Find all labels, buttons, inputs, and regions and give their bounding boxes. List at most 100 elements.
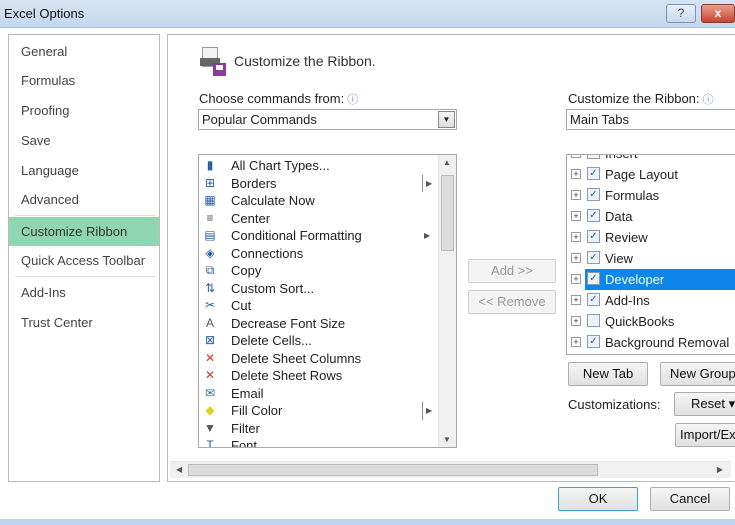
- reset-button[interactable]: Reset ▾: [674, 392, 735, 416]
- nav-item-proofing[interactable]: Proofing: [9, 96, 159, 125]
- title-bar: Excel Options ? x: [0, 0, 735, 28]
- ribbon-tab-item[interactable]: + ✓ Review: [567, 227, 735, 248]
- command-label: Font: [231, 438, 258, 448]
- scroll-right-icon[interactable]: ▶: [717, 465, 723, 474]
- submenu-arrow-icon: ▶: [422, 402, 432, 420]
- chevron-down-icon[interactable]: ▼: [438, 111, 455, 128]
- scroll-down-icon[interactable]: ▼: [443, 435, 451, 444]
- expand-icon[interactable]: +: [571, 190, 581, 200]
- command-item[interactable]: ✂ Cut: [202, 297, 437, 315]
- tab-checkbox[interactable]: ✓: [587, 230, 600, 243]
- window-border: [0, 519, 735, 525]
- submenu-arrow-icon: ▶: [422, 174, 432, 192]
- tab-checkbox[interactable]: ✓: [587, 272, 600, 285]
- new-tab-button[interactable]: New Tab: [568, 362, 648, 386]
- nav-item-general[interactable]: General: [9, 37, 159, 66]
- ribbon-tabs-tree[interactable]: + ✓ Insert + ✓ Page Layout + ✓ Formulas + ✓ Data + ✓ R…: [566, 154, 735, 355]
- cancel-button[interactable]: Cancel: [650, 487, 730, 511]
- expand-icon[interactable]: +: [571, 155, 581, 158]
- command-item[interactable]: ⇅ Custom Sort...: [202, 280, 437, 298]
- tab-label: Add-Ins: [605, 293, 650, 308]
- remove-button[interactable]: << Remove: [468, 290, 556, 314]
- ribbon-tab-item[interactable]: + ✓ Background Removal: [567, 332, 735, 353]
- command-item[interactable]: A Decrease Font Size: [202, 315, 437, 333]
- scissors-icon: ✂: [204, 298, 216, 312]
- ribbon-tab-item[interactable]: + ✓ Formulas: [567, 185, 735, 206]
- ribbon-customize-icon: [200, 47, 226, 77]
- tab-checkbox[interactable]: ✓: [587, 167, 600, 180]
- nav-item-save[interactable]: Save: [9, 126, 159, 155]
- options-nav: General Formulas Proofing Save Language Advan…: [8, 34, 160, 482]
- ribbon-tab-item[interactable]: + ✓ Developer: [567, 269, 735, 290]
- expand-icon[interactable]: +: [571, 232, 581, 242]
- nav-item-language[interactable]: Language: [9, 156, 159, 185]
- command-item[interactable]: ▤ Conditional Formatting ▶: [202, 227, 437, 245]
- ribbon-tab-item[interactable]: + ✓ Page Layout: [567, 164, 735, 185]
- horizontal-scrollbar[interactable]: ◀ ▶: [170, 461, 731, 478]
- expand-icon[interactable]: +: [571, 169, 581, 179]
- ribbon-tab-item[interactable]: + ✓ Insert: [567, 155, 735, 164]
- tab-checkbox[interactable]: ✓: [587, 251, 600, 264]
- commands-list[interactable]: T Font ▼ Filter ◆ Fill Color ▶ ✉ Email ✕ Delete Sh…: [198, 154, 457, 448]
- expand-icon[interactable]: +: [571, 337, 581, 347]
- scroll-thumb[interactable]: [188, 464, 598, 476]
- command-item[interactable]: ⧉ Copy: [202, 262, 437, 280]
- command-item[interactable]: ⊠ Delete Cells...: [202, 332, 437, 350]
- command-item[interactable]: ◈ Connections: [202, 245, 437, 263]
- customize-ribbon-dropdown[interactable]: Main Tabs: [566, 109, 735, 130]
- command-item[interactable]: ▼ Filter: [202, 420, 437, 438]
- tab-checkbox[interactable]: ✓: [587, 293, 600, 306]
- command-item[interactable]: ≡ Center: [202, 210, 437, 228]
- nav-item-quick-access-toolbar[interactable]: Quick Access Toolbar: [9, 246, 159, 275]
- command-item[interactable]: ✕ Delete Sheet Rows: [202, 367, 437, 385]
- nav-item-add-ins[interactable]: Add-Ins: [9, 278, 159, 307]
- choose-commands-dropdown[interactable]: Popular Commands ▼: [198, 109, 457, 130]
- command-item[interactable]: ◆ Fill Color ▶: [202, 402, 437, 420]
- delete-cells-icon: ⊠: [204, 333, 216, 347]
- ribbon-tab-item[interactable]: + ✓ View: [567, 248, 735, 269]
- tab-checkbox[interactable]: ✓: [587, 209, 600, 222]
- scroll-thumb[interactable]: [441, 175, 454, 251]
- tab-checkbox[interactable]: ✓: [587, 188, 600, 201]
- main-panel: Customize the Ribbon. Choose commands fr…: [167, 34, 735, 482]
- tab-checkbox[interactable]: [587, 314, 600, 327]
- expand-icon[interactable]: +: [571, 211, 581, 221]
- command-item[interactable]: ▮ All Chart Types...: [202, 157, 437, 175]
- ribbon-tab-item[interactable]: + QuickBooks: [567, 311, 735, 332]
- nav-item-advanced[interactable]: Advanced: [9, 185, 159, 214]
- close-button[interactable]: x: [701, 4, 735, 23]
- ok-button[interactable]: OK: [558, 487, 638, 511]
- add-button[interactable]: Add >>: [468, 259, 556, 283]
- email-icon: ✉: [204, 385, 216, 400]
- tab-label: View: [605, 251, 633, 266]
- expand-icon[interactable]: +: [571, 316, 581, 326]
- tab-label: Data: [605, 209, 633, 224]
- decrease-font-icon: A: [205, 315, 214, 330]
- tab-label: Review: [605, 230, 648, 245]
- expand-icon[interactable]: +: [571, 274, 581, 284]
- tab-checkbox[interactable]: ✓: [587, 155, 600, 159]
- ribbon-tab-item[interactable]: + ✓ Data: [567, 206, 735, 227]
- scroll-left-icon[interactable]: ◀: [176, 465, 182, 474]
- help-button[interactable]: ?: [666, 4, 696, 23]
- new-group-button[interactable]: New Group: [660, 362, 735, 386]
- expand-icon[interactable]: +: [571, 295, 581, 305]
- nav-item-trust-center[interactable]: Trust Center: [9, 308, 159, 337]
- command-label: Fill Color: [231, 403, 283, 418]
- nav-item-customize-ribbon[interactable]: Customize Ribbon: [9, 217, 159, 246]
- command-item[interactable]: ▦ Calculate Now: [202, 192, 437, 210]
- import-export-button[interactable]: Import/Export: [675, 423, 735, 447]
- command-label: Custom Sort...: [231, 280, 315, 296]
- command-item[interactable]: T Font: [202, 437, 437, 448]
- tab-label: Insert: [605, 155, 638, 164]
- command-item[interactable]: ✉ Email: [202, 385, 437, 403]
- expand-icon[interactable]: +: [571, 253, 581, 263]
- command-item[interactable]: ✕ Delete Sheet Columns: [202, 350, 437, 368]
- tab-checkbox[interactable]: ✓: [587, 335, 600, 348]
- ribbon-tab-item[interactable]: + ✓ Add-Ins: [567, 290, 735, 311]
- command-label: Delete Cells...: [231, 333, 312, 348]
- scroll-up-icon[interactable]: ▲: [443, 158, 451, 167]
- nav-item-formulas[interactable]: Formulas: [9, 66, 159, 95]
- command-item[interactable]: ⊞ Borders ▶: [202, 174, 437, 192]
- commands-scrollbar[interactable]: ▲ ▼: [438, 155, 456, 447]
